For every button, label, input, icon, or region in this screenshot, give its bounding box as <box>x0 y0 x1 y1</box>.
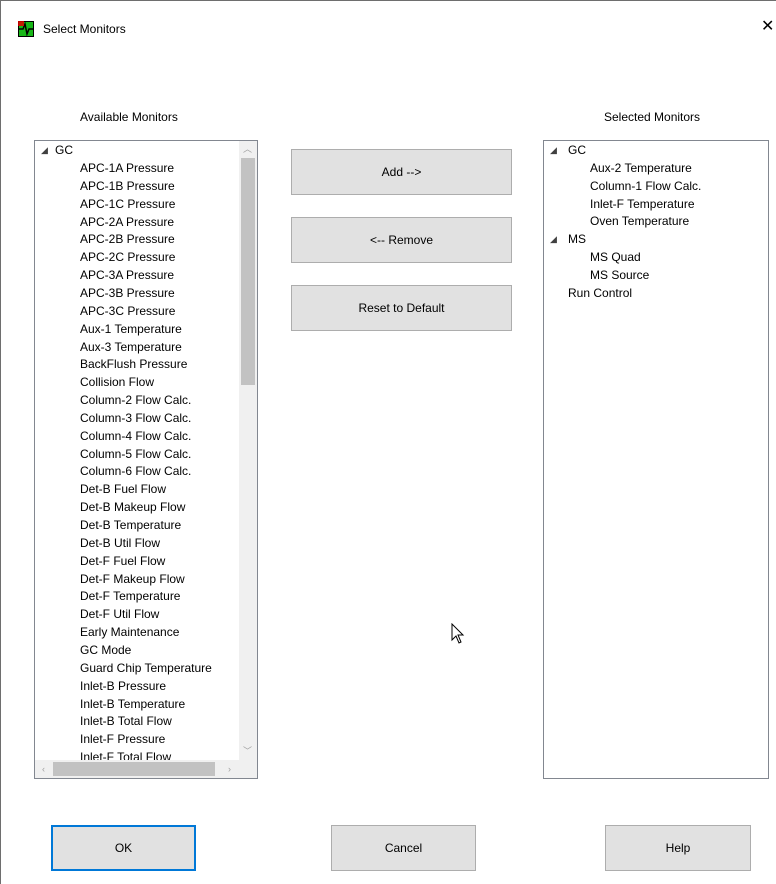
list-item[interactable]: Column-2 Flow Calc. <box>80 391 191 409</box>
list-item[interactable]: Column-6 Flow Calc. <box>80 462 191 480</box>
list-item[interactable]: APC-1C Pressure <box>80 195 175 213</box>
list-item[interactable]: APC-2B Pressure <box>80 230 175 248</box>
list-item[interactable]: MS Quad <box>590 248 641 266</box>
list-item[interactable]: Oven Temperature <box>590 212 689 230</box>
list-item[interactable]: Inlet-F Temperature <box>590 195 695 213</box>
list-item[interactable]: Aux-3 Temperature <box>80 338 182 356</box>
list-item[interactable]: MS Source <box>590 266 649 284</box>
list-item[interactable]: APC-2A Pressure <box>80 213 174 231</box>
list-item[interactable]: Aux-2 Temperature <box>590 159 692 177</box>
monitor-app-icon <box>18 21 34 37</box>
window-title: Select Monitors <box>43 22 126 36</box>
list-item[interactable]: Column-4 Flow Calc. <box>80 427 191 445</box>
title-bar[interactable]: Select Monitors ✕ <box>1 1 776 37</box>
selected-monitors-label: Selected Monitors <box>604 110 701 124</box>
tree-node-label: MS <box>568 232 586 247</box>
list-item[interactable]: Collision Flow <box>80 373 154 391</box>
mouse-pointer-icon <box>451 623 465 644</box>
expanded-triangle-icon[interactable]: ◢ <box>550 141 557 159</box>
select-monitors-dialog: Select Monitors ✕ Available Monitors Sel… <box>0 0 776 884</box>
list-item[interactable]: Column-3 Flow Calc. <box>80 409 191 427</box>
list-item[interactable]: Det-B Temperature <box>80 516 181 534</box>
list-item[interactable]: Column-5 Flow Calc. <box>80 445 191 463</box>
list-item[interactable]: Column-1 Flow Calc. <box>590 177 701 195</box>
list-item[interactable]: APC-2C Pressure <box>80 248 175 266</box>
expanded-triangle-icon[interactable]: ◢ <box>550 230 557 248</box>
tree-node-label: GC <box>568 143 586 157</box>
vertical-scroll-thumb[interactable] <box>241 158 255 385</box>
list-item[interactable]: Inlet-B Temperature <box>80 695 185 713</box>
list-item[interactable]: Det-F Fuel Flow <box>80 552 165 570</box>
list-item[interactable]: APC-3A Pressure <box>80 266 174 284</box>
horizontal-scrollbar[interactable]: ‹ › <box>35 760 257 778</box>
list-item[interactable]: Det-B Fuel Flow <box>80 480 166 498</box>
vertical-scrollbar[interactable]: ︿ ﹀ <box>239 141 257 760</box>
list-item[interactable]: APC-3B Pressure <box>80 284 175 302</box>
reset-to-default-button[interactable]: Reset to Default <box>291 285 512 331</box>
list-item[interactable]: Aux-1 Temperature <box>80 320 182 338</box>
ok-button[interactable]: OK <box>51 825 196 871</box>
available-monitors-label: Available Monitors <box>80 110 178 124</box>
list-item[interactable]: Inlet-F Pressure <box>80 730 165 748</box>
available-monitors-list[interactable]: ◢ GC APC-1A Pressure APC-1B Pressure APC-1… <box>34 140 258 779</box>
expanded-triangle-icon[interactable]: ◢ <box>41 141 48 159</box>
list-item[interactable]: Det-F Temperature <box>80 587 180 605</box>
list-item[interactable]: Guard Chip Temperature <box>80 659 212 677</box>
list-item[interactable]: Det-B Makeup Flow <box>80 498 185 516</box>
scroll-up-icon[interactable]: ︿ <box>239 141 256 157</box>
list-item[interactable]: Det-F Util Flow <box>80 605 159 623</box>
list-item[interactable]: APC-1B Pressure <box>80 177 175 195</box>
list-item[interactable]: Inlet-B Pressure <box>80 677 166 695</box>
list-item[interactable]: Run Control <box>568 284 632 302</box>
scroll-left-icon[interactable]: ‹ <box>35 761 52 777</box>
help-button[interactable]: Help <box>605 825 751 871</box>
cancel-button[interactable]: Cancel <box>331 825 476 871</box>
list-item[interactable]: BackFlush Pressure <box>80 355 187 373</box>
horizontal-scroll-thumb[interactable] <box>53 762 215 776</box>
list-item[interactable]: Det-F Makeup Flow <box>80 570 185 588</box>
add-button[interactable]: Add --> <box>291 149 512 195</box>
list-item[interactable]: Det-B Util Flow <box>80 534 160 552</box>
scroll-right-icon[interactable]: › <box>221 761 238 777</box>
tree-node-label: GC <box>55 143 73 157</box>
selected-monitors-list[interactable]: ◢ GC Aux-2 Temperature Column-1 Flow Calc. I… <box>543 140 769 779</box>
list-item[interactable]: Early Maintenance <box>80 623 179 641</box>
list-item[interactable]: APC-1A Pressure <box>80 159 174 177</box>
list-item[interactable]: GC Mode <box>80 641 131 659</box>
scroll-down-icon[interactable]: ﹀ <box>239 743 256 759</box>
list-item[interactable]: Inlet-B Total Flow <box>80 712 172 730</box>
list-item[interactable]: APC-3C Pressure <box>80 302 175 320</box>
close-icon[interactable]: ✕ <box>761 18 774 36</box>
remove-button[interactable]: <-- Remove <box>291 217 512 263</box>
